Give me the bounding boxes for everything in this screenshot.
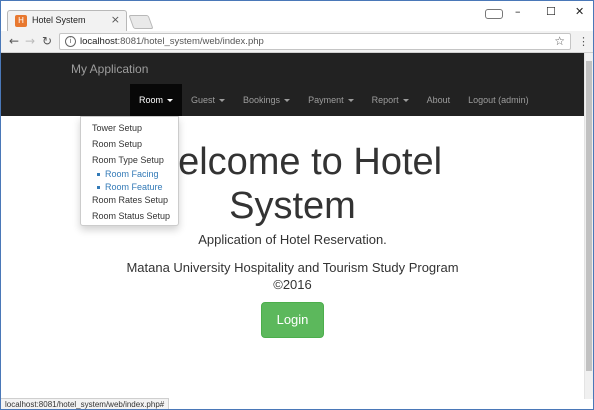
caret-down-icon: [219, 99, 226, 103]
browser-window: H Hotel System × – ☐ ✕ ← → ↻ i localhost…: [0, 0, 594, 410]
nav-menu: Room Guest Bookings Payment Report About…: [130, 84, 538, 116]
menu-item-tower-setup[interactable]: Tower Setup: [92, 123, 142, 133]
nav-item-label: Bookings: [243, 95, 281, 105]
menu-item-room-setup[interactable]: Room Setup: [92, 139, 142, 149]
page-viewport: My Application Room Guest Bookings Payme…: [1, 53, 584, 399]
bookmark-star-icon[interactable]: ☆: [554, 34, 565, 48]
scrollbar-thumb[interactable]: [586, 61, 592, 371]
nav-item-about[interactable]: About: [418, 84, 460, 116]
profile-icon[interactable]: [485, 9, 503, 19]
caret-down-icon: [284, 99, 291, 103]
maximize-icon[interactable]: ☐: [546, 5, 556, 18]
browser-menu-icon[interactable]: ⋮: [578, 35, 589, 48]
reload-icon[interactable]: ↻: [42, 34, 52, 48]
menu-item-room-type-setup[interactable]: Room Type Setup: [92, 155, 164, 165]
nav-item-room[interactable]: Room: [130, 84, 183, 116]
menu-item-room-status-setup[interactable]: Room Status Setup: [92, 211, 170, 221]
url-field[interactable]: i localhost:8081/hotel_system/web/index.…: [59, 33, 571, 50]
info-icon[interactable]: i: [65, 36, 76, 47]
app-navbar: My Application Room Guest Bookings Payme…: [1, 53, 584, 116]
nav-item-label: Room: [139, 95, 164, 105]
browser-tab[interactable]: H Hotel System ×: [7, 10, 127, 31]
login-button[interactable]: Login: [261, 302, 324, 338]
nav-item-bookings[interactable]: Bookings: [234, 84, 299, 116]
caret-down-icon: [167, 99, 174, 103]
nav-item-report[interactable]: Report: [363, 84, 418, 116]
forward-icon[interactable]: →: [25, 34, 35, 48]
url-text: localhost:8081/hotel_system/web/index.ph…: [80, 36, 264, 47]
room-dropdown-menu: Tower Setup Room Setup Room Type Setup R…: [80, 116, 179, 226]
minimize-icon[interactable]: –: [515, 5, 521, 18]
back-icon[interactable]: ←: [9, 34, 19, 48]
program-info: Matana University Hospitality and Touris…: [1, 259, 584, 293]
caret-down-icon: [347, 99, 354, 103]
caret-down-icon: [402, 99, 409, 103]
copyright: ©2016: [273, 277, 312, 292]
url-host: localhost: [80, 36, 118, 47]
nav-item-label: Guest: [191, 95, 216, 105]
address-bar: ← → ↻ i localhost:8081/hotel_system/web/…: [1, 31, 593, 53]
close-tab-icon[interactable]: ×: [111, 13, 120, 26]
submenu-item-room-feature[interactable]: Room Feature: [97, 182, 163, 192]
nav-item-label: Report: [371, 95, 399, 105]
submenu-item-room-facing[interactable]: Room Facing: [97, 169, 159, 179]
nav-item-label: Payment: [308, 95, 344, 105]
page-scrollbar[interactable]: [584, 53, 593, 399]
nav-item-label: Logout (admin): [468, 95, 529, 105]
tab-title: Hotel System: [32, 15, 86, 25]
favicon-icon: H: [15, 15, 27, 27]
new-tab-button[interactable]: [128, 15, 154, 29]
url-path: :8081/hotel_system/web/index.php: [117, 36, 264, 47]
nav-item-guest[interactable]: Guest: [182, 84, 234, 116]
page-subtitle: Application of Hotel Reservation.: [198, 232, 387, 247]
status-bar-url: localhost:8081/hotel_system/web/index.ph…: [1, 398, 170, 409]
nav-item-payment[interactable]: Payment: [299, 84, 363, 116]
nav-item-label: About: [426, 95, 451, 105]
menu-item-room-rates-setup[interactable]: Room Rates Setup: [92, 195, 168, 205]
browser-titlebar: H Hotel System × – ☐ ✕: [1, 1, 593, 31]
nav-item-logout[interactable]: Logout (admin): [459, 84, 538, 116]
program-name: Matana University Hospitality and Touris…: [126, 260, 459, 275]
app-brand[interactable]: My Application: [71, 62, 148, 76]
close-window-icon[interactable]: ✕: [575, 5, 584, 18]
